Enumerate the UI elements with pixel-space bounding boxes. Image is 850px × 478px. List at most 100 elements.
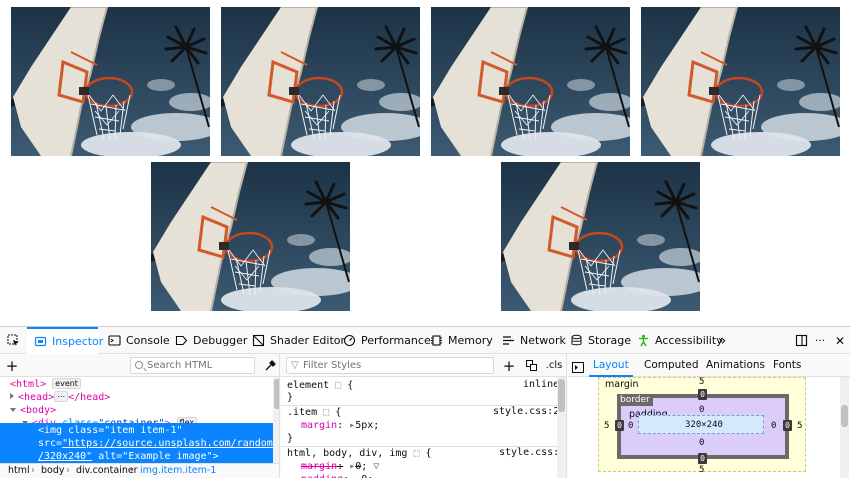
tab-fonts[interactable]: Fonts	[773, 354, 801, 377]
border-bottom-value[interactable]: 0	[698, 453, 707, 464]
element-picker-button[interactable]	[3, 327, 23, 354]
element-rule-source[interactable]: inline	[523, 379, 559, 390]
img-src-link[interactable]: "https://source.unsplash.com/random	[62, 438, 273, 449]
markup-scrollbar[interactable]	[273, 377, 279, 463]
collapse-arrow-icon[interactable]	[10, 408, 16, 412]
tab-label: Debugger	[193, 334, 248, 347]
example-image[interactable]	[151, 162, 350, 311]
padding-left-value[interactable]: 0	[628, 421, 633, 431]
tab-inspector[interactable]: Inspector	[27, 327, 103, 354]
scrollbar-thumb[interactable]	[841, 405, 848, 427]
tab-animations[interactable]: Animations	[706, 354, 765, 377]
toggle-pseudo-classes-button[interactable]	[521, 354, 541, 379]
overflow-chevron-icon: »	[717, 332, 727, 349]
border-top-value[interactable]: 0	[698, 389, 707, 400]
close-brace: }	[287, 392, 294, 403]
tab-storage[interactable]: Storage	[570, 327, 631, 354]
search-icon	[135, 361, 143, 369]
border-label: border	[617, 394, 653, 406]
tab-memory[interactable]: Memory	[430, 327, 493, 354]
margin-declaration[interactable]: margin: ▸5px;	[301, 419, 379, 432]
cls-toggle-button[interactable]: .cls	[543, 354, 565, 379]
storage-icon	[570, 334, 583, 347]
tab-network[interactable]: Network	[502, 327, 566, 354]
rules-toolbar: ▽ Filter Styles + .cls	[281, 354, 566, 377]
element-picker-icon	[7, 334, 19, 346]
sidebar-tabs: Layout Computed Animations Fonts	[568, 354, 850, 377]
plus-icon: +	[502, 356, 516, 375]
item-rule-selector[interactable]: .item ⬚ {	[287, 406, 341, 419]
margin-bottom-value[interactable]: 5	[699, 465, 704, 475]
scrollbar-thumb[interactable]	[558, 379, 565, 412]
head-node[interactable]: <head> ⋯ </head>	[10, 391, 110, 404]
item-rule-source[interactable]: style.css:21	[493, 406, 565, 417]
tab-performance[interactable]: Performance	[343, 327, 431, 354]
debugger-icon	[175, 334, 188, 347]
margin-left-value[interactable]: 5	[604, 421, 609, 431]
margin-top-value[interactable]: 5	[699, 377, 704, 387]
breadcrumb-separator: ›	[66, 465, 70, 476]
basketball-hoop-photo	[501, 162, 700, 311]
filter-styles-input[interactable]: ▽ Filter Styles	[286, 357, 494, 374]
margin-overridden-declaration[interactable]: margin: ▸0; ▽	[301, 460, 379, 473]
example-image[interactable]	[11, 7, 210, 156]
collapsed-ellipsis-badge[interactable]: ⋯	[54, 391, 69, 402]
border-left-value[interactable]: 0	[615, 420, 624, 431]
img-src-link-cont[interactable]: /320x240"	[38, 451, 92, 462]
add-node-button[interactable]: +	[2, 354, 22, 379]
content-size-value[interactable]: 320×240	[685, 420, 723, 430]
add-rule-button[interactable]: +	[499, 354, 519, 379]
element-rule-selector[interactable]: element ⬚ {	[287, 379, 353, 392]
event-badge[interactable]: event	[52, 378, 81, 389]
dock-icon	[795, 334, 807, 347]
border-right-value[interactable]: 0	[783, 420, 792, 431]
breadcrumb-item-current[interactable]: img.item.item-1	[140, 464, 216, 478]
sidebar-toggle-icon	[572, 362, 584, 373]
options-menu-button[interactable]: ···	[810, 327, 830, 354]
example-image[interactable]	[641, 7, 840, 156]
padding-bottom-value[interactable]: 0	[699, 438, 704, 448]
padding-declaration[interactable]: padding: ▸0;	[301, 473, 373, 478]
rule-options-icon[interactable]: ⬚	[413, 448, 419, 459]
tab-label: Shader Editor	[270, 334, 346, 347]
base-rule-source[interactable]: style.css:4	[499, 447, 565, 458]
padding-right-value[interactable]: 0	[771, 421, 776, 431]
tab-console[interactable]: Console	[108, 327, 170, 354]
breadcrumb-item[interactable]: body	[41, 464, 65, 478]
expand-arrow-icon[interactable]	[10, 393, 14, 399]
tab-computed[interactable]: Computed	[644, 354, 699, 377]
dock-toggle-button[interactable]	[791, 327, 811, 354]
breadcrumb-item[interactable]: div.container	[76, 464, 138, 478]
eyedropper-button[interactable]	[260, 354, 279, 379]
scrollbar-thumb[interactable]	[274, 379, 279, 409]
close-devtools-button[interactable]: ✕	[830, 327, 850, 354]
rules-scrollbar[interactable]	[557, 377, 566, 478]
html-node[interactable]: <html> event	[10, 378, 81, 391]
overridden-filter-icon[interactable]: ▽	[373, 461, 379, 472]
tab-layout[interactable]: Layout	[589, 354, 633, 377]
breadcrumb-item[interactable]: html	[8, 464, 30, 478]
tab-accessibility[interactable]: Accessibility	[637, 327, 723, 354]
rule-options-icon[interactable]: ⬚	[323, 407, 329, 418]
more-tools-button[interactable]: »	[712, 327, 732, 354]
example-image[interactable]	[501, 162, 700, 311]
body-node[interactable]: <body>	[10, 404, 56, 417]
margin-right-value[interactable]: 5	[797, 421, 802, 431]
tab-label: Performance	[361, 334, 431, 347]
selected-img-node[interactable]: <img class="item item-1" src="https://so…	[0, 423, 273, 463]
tab-debugger[interactable]: Debugger	[175, 327, 247, 354]
img-line-3: /320x240" alt="Example image">	[38, 451, 219, 462]
performance-icon	[343, 334, 356, 347]
rule-options-icon[interactable]: ⬚	[335, 380, 341, 391]
example-image[interactable]	[221, 7, 420, 156]
pseudo-class-icon	[525, 360, 537, 371]
base-rule-selector[interactable]: html, body, div, img ⬚ {	[287, 447, 432, 460]
padding-top-value[interactable]: 0	[699, 405, 704, 415]
memory-icon	[430, 334, 443, 347]
search-html-input[interactable]: Search HTML	[130, 357, 255, 374]
layout-scrollbar[interactable]	[840, 377, 849, 478]
tab-label: Console	[126, 334, 170, 347]
tab-shader-editor[interactable]: Shader Editor	[252, 327, 345, 354]
tab-label: Storage	[588, 334, 632, 347]
example-image[interactable]	[431, 7, 630, 156]
